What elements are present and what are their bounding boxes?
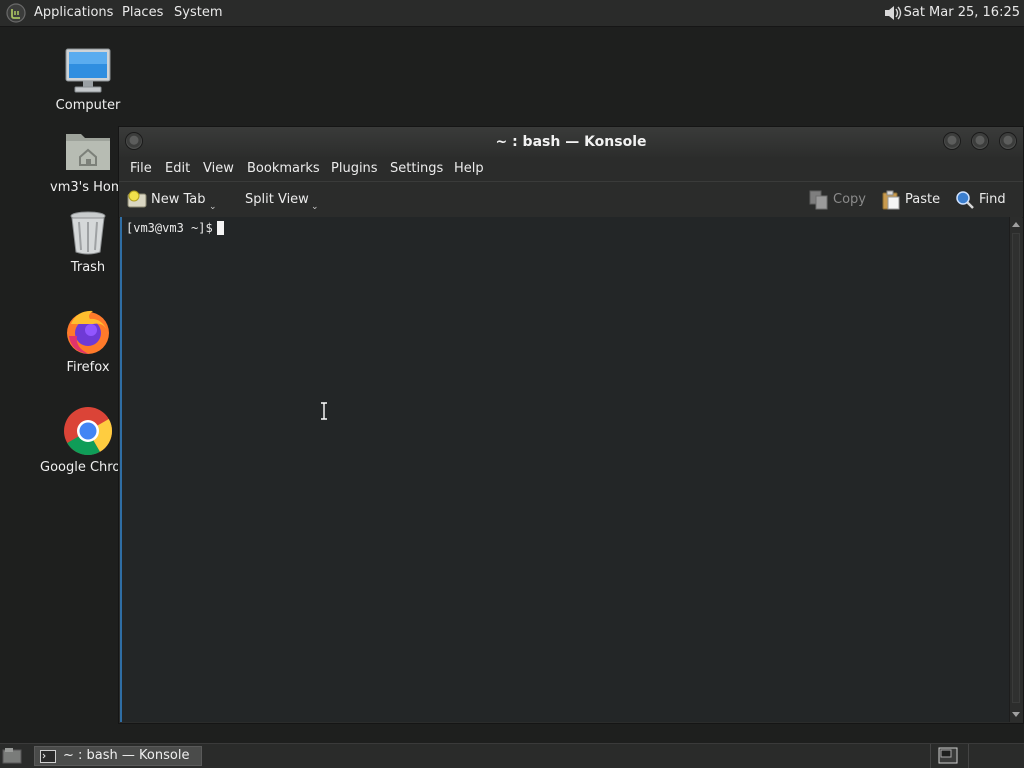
menu-file[interactable]: File — [130, 157, 152, 181]
new-tab-label: New Tab — [151, 192, 206, 207]
menubar: File Edit View Bookmarks Plugins Setting… — [119, 157, 1023, 182]
top-panel: Applications Places System Sat Mar 25, 1… — [0, 0, 1024, 27]
menu-edit[interactable]: Edit — [165, 157, 190, 181]
copy-button[interactable]: Copy — [809, 182, 867, 217]
menu-applications[interactable]: Applications — [34, 0, 113, 26]
text-cursor — [216, 221, 224, 235]
clock[interactable]: Sat Mar 25, 16:25 — [904, 0, 1020, 26]
window-titlebar[interactable]: ~ : bash — Konsole — [119, 127, 1023, 157]
window-title: ~ : bash — Konsole — [495, 134, 647, 150]
new-tab-icon — [127, 190, 147, 208]
split-view-button[interactable]: Split View ⌄ — [223, 182, 319, 217]
desktop-icon-label: Computer — [55, 98, 121, 113]
paste-button[interactable]: Paste — [881, 182, 943, 217]
prompt-text: [vm3@vm3 ~]$ — [126, 221, 213, 235]
taskbar-item-konsole[interactable]: ~ : bash — Konsole — [34, 746, 202, 766]
computer-icon — [65, 48, 111, 93]
terminal-prompt: [vm3@vm3 ~]$ — [126, 221, 224, 235]
menu-bookmarks[interactable]: Bookmarks — [247, 157, 320, 181]
menu-system[interactable]: System — [174, 0, 222, 26]
ibeam-cursor-icon — [321, 402, 327, 420]
paste-label: Paste — [905, 192, 941, 207]
menu-view[interactable]: View — [203, 157, 234, 181]
find-icon — [956, 191, 974, 209]
firefox-icon — [67, 310, 109, 354]
copy-label: Copy — [833, 192, 866, 207]
terminal-icon — [40, 750, 56, 763]
menu-places[interactable]: Places — [122, 0, 163, 26]
taskbar-item-label: ~ : bash — Konsole — [63, 748, 190, 763]
workspace-switcher-icon[interactable] — [938, 747, 958, 764]
konsole-window[interactable]: ~ : bash — Konsole File Edit View Bookma… — [118, 126, 1024, 724]
trash-icon — [70, 211, 106, 255]
scroll-down-arrow-icon[interactable] — [1012, 712, 1020, 717]
find-label: Find — [979, 192, 1006, 207]
speaker-icon[interactable] — [882, 3, 906, 23]
minimize-button[interactable] — [943, 132, 961, 150]
scroll-up-arrow-icon[interactable] — [1012, 222, 1020, 227]
desktop-icon-label: vm3's Home — [50, 180, 118, 195]
desktop-icon-computer[interactable]: Computer — [38, 46, 138, 113]
scrollbar-thumb[interactable] — [1012, 233, 1020, 703]
close-button[interactable] — [999, 132, 1017, 150]
panel-separator — [968, 744, 969, 768]
maximize-button[interactable] — [971, 132, 989, 150]
new-tab-button[interactable]: New Tab ⌄ — [127, 182, 219, 217]
menu-help[interactable]: Help — [454, 157, 484, 181]
chrome-icon — [64, 407, 113, 456]
split-view-label: Split View — [245, 192, 309, 207]
paste-icon — [882, 190, 900, 210]
copy-icon — [809, 190, 828, 210]
menu-plugins[interactable]: Plugins — [331, 157, 378, 181]
find-button[interactable]: Find — [955, 182, 1009, 217]
desktop-icon-label: Google Chrome — [40, 460, 118, 475]
mint-logo-icon[interactable] — [6, 3, 26, 23]
terminal-scrollbar[interactable] — [1009, 217, 1022, 722]
panel-separator — [930, 744, 931, 768]
menu-settings[interactable]: Settings — [390, 157, 443, 181]
terminal-area[interactable]: [vm3@vm3 ~]$ — [120, 217, 1011, 722]
bottom-panel: ~ : bash — Konsole — [0, 743, 1024, 768]
home-folder-icon — [66, 134, 110, 170]
show-desktop-icon[interactable] — [2, 747, 22, 764]
toolbar: New Tab ⌄ Split View ⌄ Copy Paste Find — [119, 182, 1023, 218]
